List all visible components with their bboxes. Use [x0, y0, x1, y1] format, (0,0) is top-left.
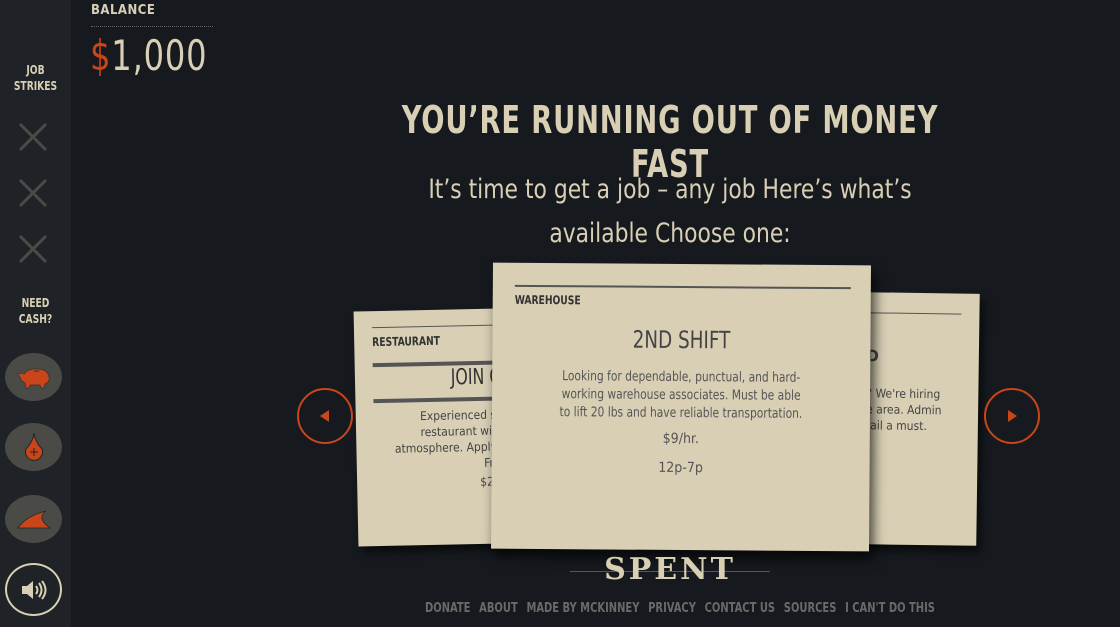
divider — [91, 26, 213, 27]
footer-link-sources[interactable]: SOURCES — [784, 601, 837, 616]
strike-x-icon — [18, 234, 48, 264]
footer-link-contact[interactable]: CONTACT US — [705, 601, 775, 616]
description-line: e area. Admin — [866, 402, 942, 418]
divider — [863, 312, 962, 315]
footer-link-made-by[interactable]: MADE BY MCKINNEY — [526, 601, 639, 616]
job-category: RESTAURANT — [372, 333, 441, 350]
piggy-bank-icon — [17, 368, 50, 389]
footer-link-about[interactable]: ABOUT — [479, 601, 518, 616]
piggy-bank-button[interactable] — [5, 353, 62, 401]
sound-toggle-button[interactable] — [5, 563, 62, 616]
divider — [514, 284, 851, 290]
previous-arrow-icon — [320, 410, 329, 422]
job-strikes-label-line: STRIKES — [13, 79, 58, 93]
balance-label: BALANCE — [91, 3, 156, 18]
description-line: ? We're hiring — [866, 386, 941, 402]
job-strikes-label-line: JOB — [26, 63, 45, 77]
job-strikes-label: JOB STRIKES — [5, 62, 65, 94]
previous-job-button[interactable] — [297, 388, 353, 444]
need-cash-label: NEED CASH? — [5, 295, 65, 327]
footer-link-privacy[interactable]: PRIVACY — [648, 601, 696, 616]
job-card-restaurant[interactable]: RESTAURANT JOIN O Experienced se restaura… — [353, 308, 504, 547]
spent-logo: SPENT — [570, 553, 770, 587]
divider — [371, 324, 499, 329]
description-line: Frid — [395, 454, 503, 472]
footer-link-donate[interactable]: DONATE — [425, 601, 470, 616]
job-card-warehouse[interactable]: WAREHOUSE 2ND SHIFT Looking for dependab… — [491, 262, 871, 552]
subtitle-line: It’s time to get a job – any job Here’s … — [428, 174, 912, 205]
logo-text: SPENT — [604, 552, 736, 587]
footer-nav: DONATE ABOUT MADE BY MCKINNEY PRIVACY CO… — [425, 601, 935, 616]
shark-fin-icon — [16, 510, 51, 529]
donate-blood-button[interactable] — [5, 423, 62, 471]
strike-x-icon — [18, 122, 48, 152]
job-description: ? We're hiring e area. Admin tail a must. — [866, 385, 942, 434]
job-card-right[interactable]: D ? We're hiring e area. Admin tail a must… — [860, 292, 980, 546]
job-title: 2ND SHIFT — [632, 325, 731, 355]
description-line: Looking for dependable, punctual, and ha… — [562, 368, 801, 386]
footer-link-cant-do-this[interactable]: I CAN'T DO THIS — [845, 601, 935, 616]
job-category: WAREHOUSE — [514, 292, 581, 308]
job-hours: 12p-7p — [658, 459, 703, 477]
description-line: to lift 20 lbs and have reliable transpo… — [559, 404, 803, 422]
description-line: working warehouse associates. Must be ab… — [561, 386, 801, 404]
need-cash-label-line: NEED — [21, 296, 50, 310]
description-line: tail a must. — [865, 418, 927, 434]
blood-drop-icon — [24, 432, 43, 461]
need-cash-label-line: CASH? — [18, 312, 53, 326]
divider — [373, 396, 501, 404]
balance-amount: $1,000 — [90, 30, 207, 82]
next-arrow-icon — [1008, 410, 1017, 422]
next-job-button[interactable] — [984, 388, 1040, 444]
balance-value: 1,000 — [111, 31, 208, 80]
page-subtitle: It’s time to get a job – any job Here’s … — [382, 168, 958, 256]
sidebar: JOB STRIKES NEED CASH? — [0, 0, 71, 627]
loan-shark-button[interactable] — [5, 495, 62, 543]
job-pay: $9/hr. — [662, 430, 699, 448]
job-description: Looking for dependable, punctual, and ha… — [515, 367, 848, 423]
speaker-icon — [21, 579, 46, 600]
strike-x-icon — [18, 178, 48, 208]
subtitle-line: available Choose one: — [549, 218, 791, 249]
job-description: Experienced se restaurant with atmosphere.… — [394, 406, 504, 472]
currency-symbol: $ — [90, 31, 112, 80]
